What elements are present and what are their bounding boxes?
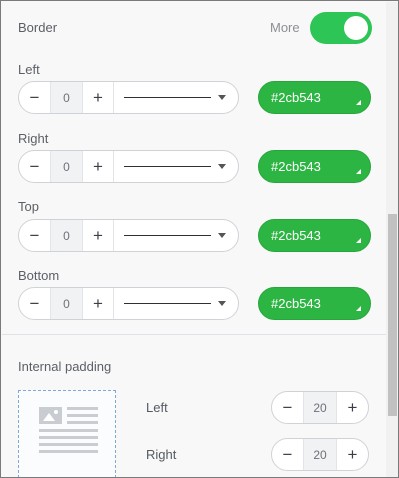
chevron-down-icon (218, 95, 226, 100)
border-right-row: − 0 + #2cb543 (18, 150, 371, 183)
border-top-width-value[interactable]: 0 (50, 220, 83, 251)
chevron-down-icon (218, 233, 226, 238)
padding-right-increase-button[interactable]: + (337, 439, 368, 470)
padding-left-decrease-button[interactable]: − (272, 392, 303, 423)
border-right-style-select[interactable] (114, 151, 238, 182)
padding-right-label: Right (146, 447, 177, 462)
padding-right-value[interactable]: 20 (303, 439, 337, 470)
vertical-scrollbar[interactable] (386, 2, 398, 477)
border-bottom-row: − 0 + #2cb543 (18, 287, 371, 320)
text-line-icon (67, 414, 98, 417)
chevron-down-icon (218, 164, 226, 169)
border-top-row: − 0 + #2cb543 (18, 219, 371, 252)
padding-left-value[interactable]: 20 (303, 392, 337, 423)
border-right-decrease-button[interactable]: − (19, 151, 50, 182)
border-left-color-label: #2cb543 (271, 90, 321, 105)
border-left-width-value[interactable]: 0 (50, 82, 83, 113)
chevron-down-icon (218, 301, 226, 306)
padding-left-stepper: − 20 + (271, 391, 369, 424)
line-style-preview (124, 165, 211, 168)
border-left-style-select[interactable] (114, 82, 238, 113)
border-top-decrease-button[interactable]: − (19, 220, 50, 251)
border-right-color-button[interactable]: #2cb543 (258, 150, 371, 183)
image-icon (39, 407, 62, 424)
border-left-controls: − 0 + (18, 81, 239, 114)
border-left-row: − 0 + #2cb543 (18, 81, 371, 114)
border-bottom-decrease-button[interactable]: − (19, 288, 50, 319)
corner-resize-icon (356, 238, 361, 243)
border-bottom-increase-button[interactable]: + (83, 288, 114, 319)
more-label: More (270, 20, 300, 35)
border-bottom-color-button[interactable]: #2cb543 (258, 287, 371, 320)
text-line-icon (39, 429, 98, 432)
border-top-increase-button[interactable]: + (83, 220, 114, 251)
corner-resize-icon (356, 306, 361, 311)
scrollbar-thumb[interactable] (388, 214, 397, 416)
panel-frame: Border More Left − 0 + #2cb543 Right − 0… (0, 0, 399, 478)
corner-resize-icon (356, 169, 361, 174)
toggle-knob (344, 16, 368, 40)
text-line-icon (67, 407, 98, 410)
border-bottom-style-select[interactable] (114, 288, 238, 319)
border-left-label: Left (18, 62, 40, 77)
border-right-label: Right (18, 131, 49, 146)
border-left-increase-button[interactable]: + (83, 82, 114, 113)
padding-left-increase-button[interactable]: + (337, 392, 368, 423)
text-line-icon (39, 450, 98, 453)
settings-panel: Border More Left − 0 + #2cb543 Right − 0… (2, 2, 386, 477)
border-left-color-button[interactable]: #2cb543 (258, 81, 371, 114)
corner-resize-icon (356, 100, 361, 105)
padding-left-label: Left (146, 400, 168, 415)
padding-section-title: Internal padding (18, 359, 112, 374)
border-top-label: Top (18, 199, 39, 214)
border-right-increase-button[interactable]: + (83, 151, 114, 182)
padding-preview (18, 390, 116, 477)
border-right-controls: − 0 + (18, 150, 239, 183)
padding-right-stepper: − 20 + (271, 438, 369, 471)
border-top-color-button[interactable]: #2cb543 (258, 219, 371, 252)
line-style-preview (124, 234, 211, 237)
line-style-preview (124, 96, 211, 99)
border-bottom-label: Bottom (18, 268, 60, 283)
text-line-icon (39, 443, 98, 446)
border-section-title: Border (18, 20, 58, 35)
border-top-color-label: #2cb543 (271, 228, 321, 243)
border-right-color-label: #2cb543 (271, 159, 321, 174)
border-bottom-width-value[interactable]: 0 (50, 288, 83, 319)
border-right-width-value[interactable]: 0 (50, 151, 83, 182)
border-left-decrease-button[interactable]: − (19, 82, 50, 113)
text-line-icon (67, 421, 98, 424)
section-divider (2, 334, 386, 335)
line-style-preview (124, 302, 211, 305)
border-bottom-color-label: #2cb543 (271, 296, 321, 311)
padding-right-decrease-button[interactable]: − (272, 439, 303, 470)
border-top-style-select[interactable] (114, 220, 238, 251)
border-top-controls: − 0 + (18, 219, 239, 252)
border-bottom-controls: − 0 + (18, 287, 239, 320)
more-toggle[interactable] (310, 12, 372, 44)
text-line-icon (39, 436, 98, 439)
